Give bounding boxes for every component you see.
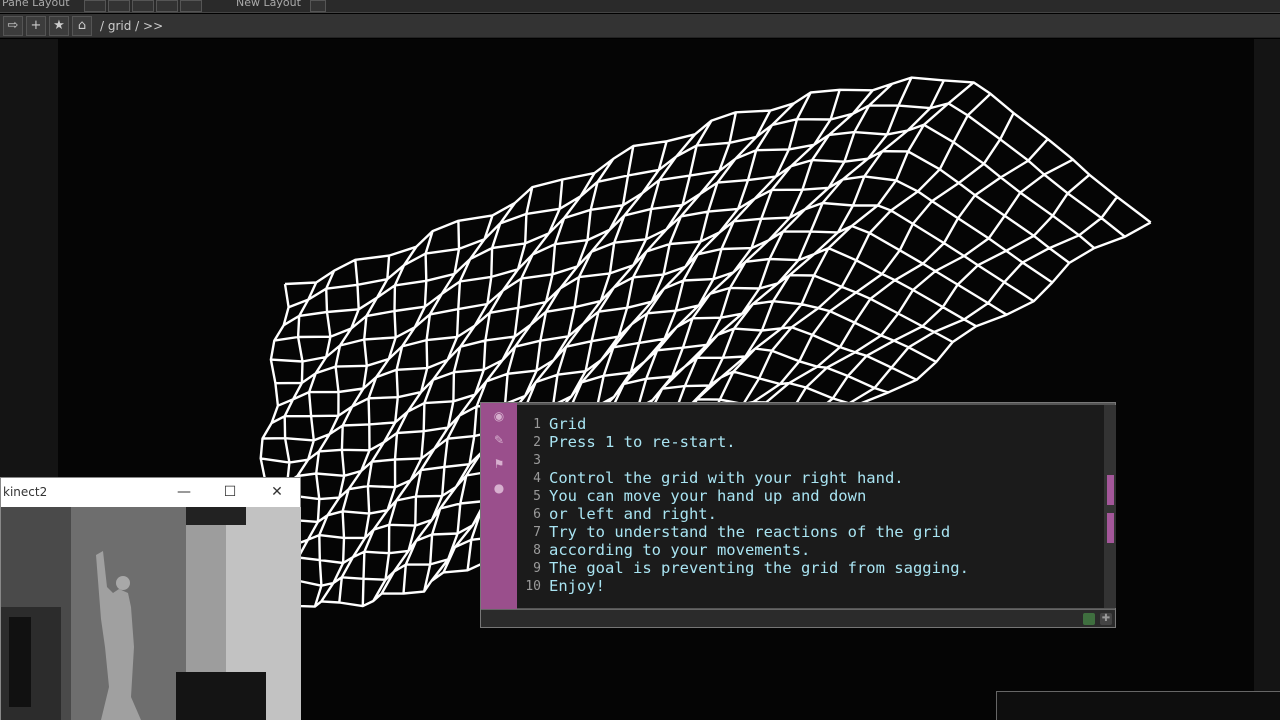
line-number: 5 xyxy=(533,489,541,504)
flag-icon[interactable]: ⚑ xyxy=(492,457,506,471)
line-number: 8 xyxy=(533,543,541,558)
new-layout-label: New Layout xyxy=(236,0,301,9)
layout-button-3[interactable] xyxy=(132,0,154,12)
line-number: 1 xyxy=(533,417,541,432)
dat-node-strip: ◉ ✎ ⚑ ● xyxy=(481,403,517,609)
close-icon[interactable]: ✕ xyxy=(264,482,290,502)
text-line[interactable]: You can move your hand up and down xyxy=(549,487,866,505)
top-toolbar-strip: Pane Layout New Layout xyxy=(0,0,1280,13)
text-line[interactable]: according to your movements. xyxy=(549,541,810,559)
new-layout-button[interactable] xyxy=(310,0,326,12)
line-number: 7 xyxy=(533,525,541,540)
bypass-icon[interactable]: ● xyxy=(492,481,506,495)
depth-camera-image xyxy=(1,507,301,720)
home-icon[interactable]: ⌂ xyxy=(72,15,92,36)
kinect-window: kinect2 — ☐ ✕ xyxy=(0,477,301,720)
line-number: 9 xyxy=(533,561,541,576)
kinect-titlebar[interactable]: kinect2 — ☐ ✕ xyxy=(1,478,300,507)
line-number: 3 xyxy=(533,453,541,468)
line-number: 6 xyxy=(533,507,541,522)
viewer-icon[interactable]: ◉ xyxy=(492,409,506,423)
line-number: 2 xyxy=(533,435,541,450)
scroll-marker xyxy=(1107,513,1114,543)
layout-button-4[interactable] xyxy=(156,0,178,12)
pane-layout-label: Pane Layout xyxy=(2,0,70,9)
text-line[interactable]: Press 1 to re-start. xyxy=(549,433,736,451)
line-number-gutter: 1 2 3 4 5 6 7 8 9 10 xyxy=(517,405,545,608)
vertical-scrollbar[interactable] xyxy=(1104,405,1116,608)
line-number: 4 xyxy=(533,471,541,486)
plus-icon[interactable]: + xyxy=(26,15,46,36)
minimize-icon[interactable]: — xyxy=(171,482,197,502)
text-line[interactable]: Try to understand the reactions of the g… xyxy=(549,523,950,541)
line-number: 10 xyxy=(525,579,541,594)
bottom-right-panel xyxy=(996,691,1280,720)
path-bar: ⇨ + ★ ⌂ / grid / >> xyxy=(0,14,1280,38)
layout-button-1[interactable] xyxy=(84,0,106,12)
pin-icon[interactable]: ✎ xyxy=(492,433,506,447)
network-path[interactable]: / grid / >> xyxy=(100,19,163,33)
text-line[interactable]: Grid xyxy=(549,415,586,433)
window-title: kinect2 xyxy=(3,485,48,499)
scroll-thumb[interactable] xyxy=(1107,475,1114,505)
text-editor[interactable]: 1 2 3 4 5 6 7 8 9 10 Grid Press 1 to re-start. Cont… xyxy=(517,405,1104,608)
maximize-icon[interactable]: ☐ xyxy=(217,482,243,502)
text-line[interactable]: Control the grid with your right hand. xyxy=(549,469,904,487)
expand-icon[interactable]: ✚ xyxy=(1100,613,1112,625)
text-line[interactable]: or left and right. xyxy=(549,505,717,523)
layout-button-2[interactable] xyxy=(108,0,130,12)
text-dat-viewer[interactable]: ◉ ✎ ⚑ ● 1 2 3 4 5 6 7 8 9 10 Grid Press 1 to re-st… xyxy=(480,402,1116,628)
text-line[interactable]: Enjoy! xyxy=(549,577,605,595)
viewer-active-toggle[interactable] xyxy=(1083,613,1095,625)
back-arrow-icon[interactable]: ⇨ xyxy=(3,15,23,36)
text-line[interactable]: The goal is preventing the grid from sag… xyxy=(549,559,969,577)
star-icon[interactable]: ★ xyxy=(49,15,69,36)
layout-button-5[interactable] xyxy=(180,0,202,12)
depth-image-shapes xyxy=(1,507,301,720)
dat-footer: ✚ xyxy=(481,609,1115,627)
